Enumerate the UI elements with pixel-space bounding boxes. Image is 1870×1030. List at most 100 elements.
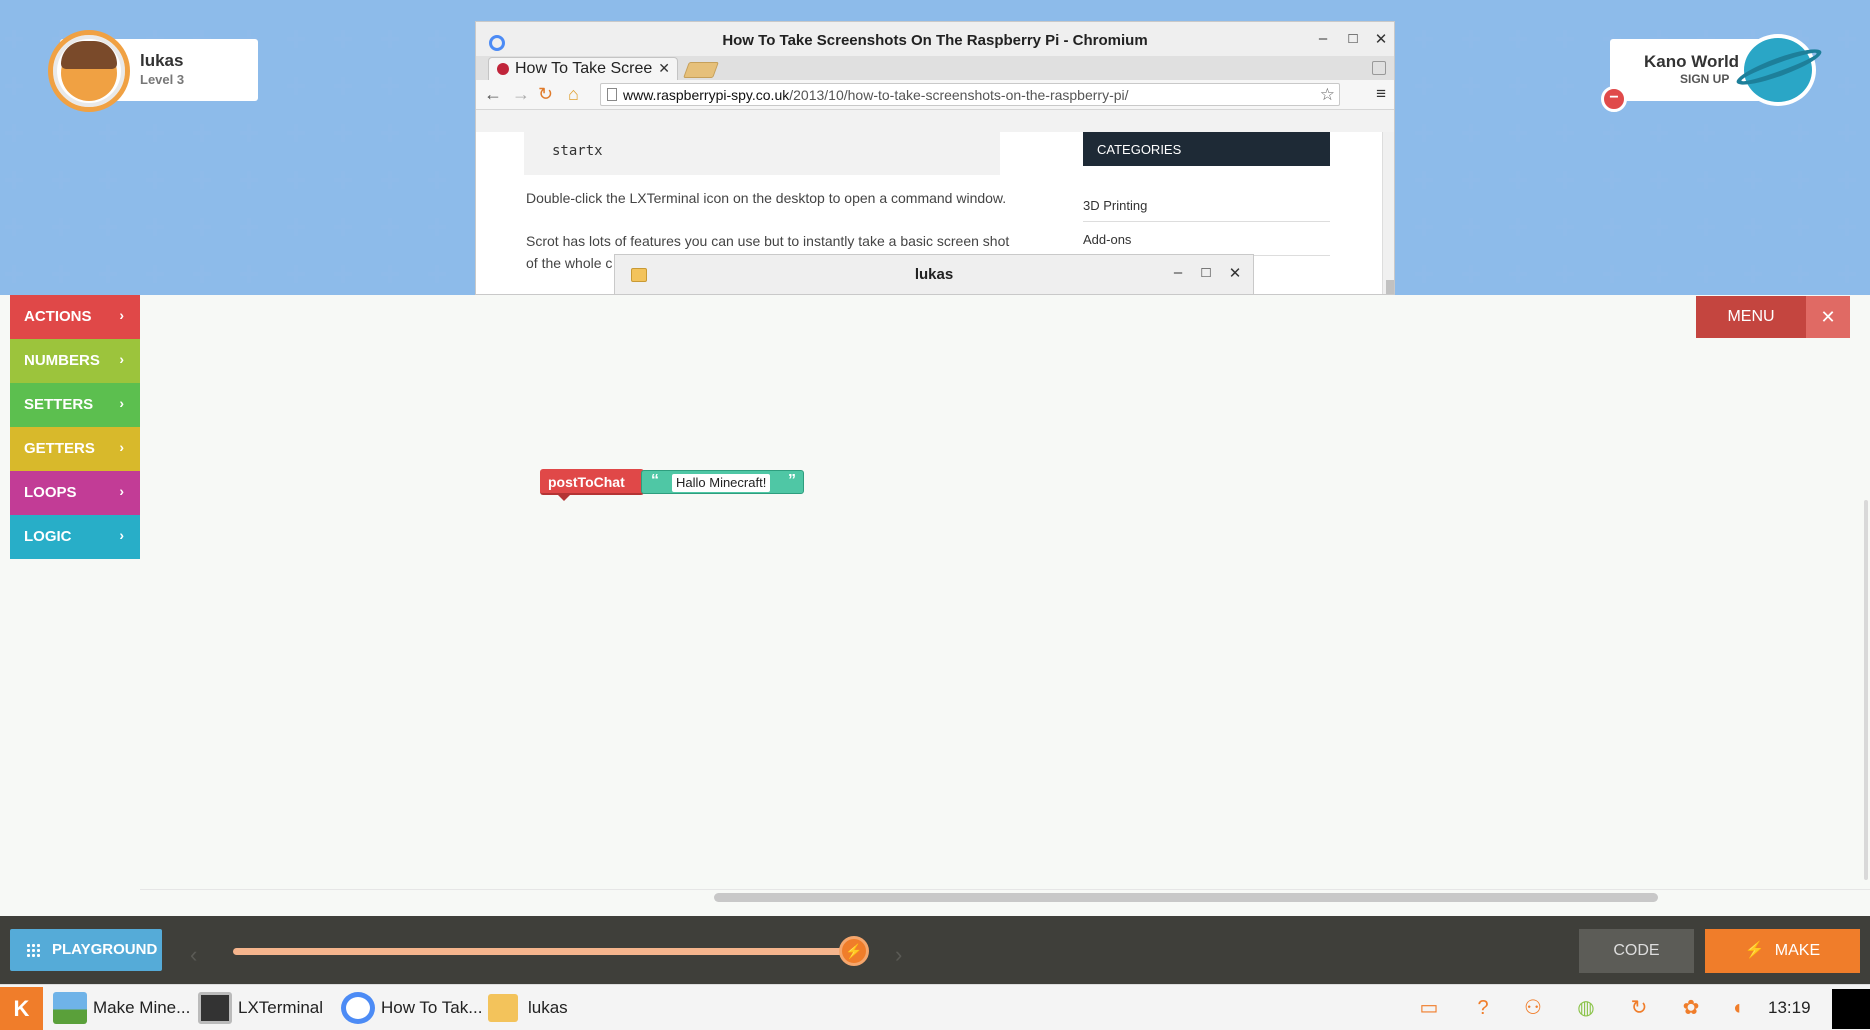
category-actions[interactable]: ACTIONS ›: [10, 295, 140, 339]
taskbar-item-label: Make Mine...: [93, 998, 191, 1017]
category-logic[interactable]: LOGIC ›: [10, 515, 140, 559]
settings-icon[interactable]: ✿: [1678, 995, 1704, 1021]
kano-world-signup[interactable]: SIGN UP: [1680, 72, 1729, 86]
category-label: NUMBERS: [24, 352, 100, 369]
category-loops[interactable]: LOOPS ›: [10, 471, 140, 515]
plus-decoration: [381, 77, 399, 95]
profile-lock-icon[interactable]: [1372, 61, 1386, 75]
challenge-progress-slider[interactable]: [233, 948, 853, 955]
plus-decoration: [146, 265, 164, 283]
plus-decoration: [240, 265, 258, 283]
plus-decoration: [1462, 218, 1480, 236]
reload-icon[interactable]: ↻: [538, 84, 553, 105]
block-category-palette: ACTIONS › NUMBERS › SETTERS › GETTERS › LOOPS › LO…: [10, 295, 140, 559]
plus-decoration: [1415, 124, 1433, 142]
update-icon[interactable]: ↻: [1626, 995, 1652, 1021]
make-button[interactable]: ⚡ MAKE: [1705, 929, 1860, 973]
display-icon[interactable]: ▭: [1416, 995, 1442, 1021]
string-block[interactable]: “ Hallo Minecraft! ”: [641, 470, 804, 494]
plus-decoration: [99, 218, 117, 236]
taskbar-item-lxterminal[interactable]: LXTerminal: [198, 985, 328, 1030]
chevron-right-icon[interactable]: ›: [895, 942, 902, 968]
plus-decoration: [1462, 171, 1480, 189]
category-label: GETTERS: [24, 440, 95, 457]
new-tab-button[interactable]: [683, 62, 719, 78]
string-value-field[interactable]: Hallo Minecraft!: [672, 474, 771, 492]
chevron-right-icon: ›: [119, 527, 124, 543]
plus-decoration: [99, 265, 117, 283]
tab-close-icon[interactable]: ✕: [658, 60, 670, 77]
chromium-titlebar[interactable]: How To Take Screenshots On The Raspberry…: [476, 22, 1394, 56]
avatar[interactable]: [48, 30, 130, 112]
category-getters[interactable]: GETTERS ›: [10, 427, 140, 471]
plus-decoration: [1650, 124, 1668, 142]
minimize-icon[interactable]: –: [1314, 30, 1332, 47]
post-to-chat-block[interactable]: postToChat: [540, 469, 644, 501]
paragraph: Scrot has lots of features you can use b…: [526, 233, 1010, 249]
close-icon[interactable]: ✕: [1372, 30, 1390, 48]
home-icon[interactable]: ⌂: [568, 84, 579, 105]
plus-decoration: [5, 30, 23, 48]
block-function-label: postToChat: [548, 474, 625, 490]
close-icon[interactable]: ✕: [1226, 264, 1244, 282]
plus-decoration: [1744, 171, 1762, 189]
volume-icon[interactable]: ◖: [1724, 995, 1750, 1021]
category-link[interactable]: 3D Printing: [1083, 198, 1330, 222]
category-label: SETTERS: [24, 396, 94, 413]
plus-decoration: [5, 124, 23, 142]
chevron-right-icon: ›: [119, 307, 124, 323]
file-manager-window[interactable]: lukas – □ ✕: [614, 254, 1254, 295]
workspace-horizontal-scrollbar[interactable]: [714, 893, 1658, 902]
paragraph: Double-click the LXTerminal icon on the …: [526, 190, 1007, 206]
workspace-divider: [140, 889, 1870, 890]
code-text: startx: [552, 143, 603, 159]
code-button[interactable]: CODE: [1579, 929, 1694, 973]
terminal-icon: [198, 992, 232, 1024]
close-icon[interactable]: ✕: [1806, 296, 1850, 338]
workspace-vertical-scrollbar[interactable]: [1864, 500, 1868, 880]
make-label: MAKE: [1774, 942, 1821, 959]
category-numbers[interactable]: NUMBERS ›: [10, 339, 140, 383]
address-bar[interactable]: www.raspberrypi-spy.co.uk/2013/10/how-to…: [600, 83, 1340, 106]
help-icon[interactable]: ?: [1470, 995, 1496, 1021]
plus-decoration: [1838, 171, 1856, 189]
users-icon[interactable]: ⚇: [1520, 995, 1546, 1021]
chevron-left-icon[interactable]: ‹: [190, 942, 197, 968]
raspberry-favicon-icon: [497, 63, 509, 75]
menu-button[interactable]: MENU: [1696, 296, 1806, 338]
taskbar-item-label: LXTerminal: [238, 998, 324, 1017]
plus-decoration: [1415, 171, 1433, 189]
browser-tab-label: How To Take Scree: [515, 60, 653, 77]
plus-decoration: [1509, 171, 1527, 189]
bookmark-star-icon[interactable]: ☆: [1320, 85, 1335, 105]
category-link[interactable]: Add-ons: [1083, 232, 1330, 256]
slider-handle-lightning-icon[interactable]: ⚡: [839, 936, 869, 966]
plus-decoration: [1462, 30, 1480, 48]
playground-button[interactable]: PLAYGROUND: [10, 929, 162, 971]
plus-decoration: [1697, 265, 1715, 283]
maximize-icon[interactable]: □: [1344, 30, 1362, 47]
taskbar-item-minecraft[interactable]: Make Mine...: [53, 985, 193, 1030]
hamburger-menu-icon[interactable]: ≡: [1376, 84, 1386, 104]
kano-start-button[interactable]: K: [0, 987, 43, 1030]
forward-arrow-icon[interactable]: →: [512, 84, 530, 105]
back-arrow-icon[interactable]: ←: [484, 84, 502, 105]
plus-decoration: [428, 30, 446, 48]
profile-level: Level 3: [140, 72, 185, 87]
taskbar-item-chromium[interactable]: How To Tak...: [341, 985, 482, 1030]
scrollbar-thumb[interactable]: [1386, 280, 1394, 294]
taskbar-item-lukas[interactable]: lukas: [488, 985, 588, 1030]
plus-decoration: [1509, 265, 1527, 283]
plus-decoration: [334, 265, 352, 283]
minimize-kano-world-button[interactable]: −: [1601, 86, 1627, 112]
plus-decoration: [1744, 265, 1762, 283]
plus-decoration: [381, 218, 399, 236]
minimize-icon[interactable]: –: [1169, 264, 1187, 281]
world-icon[interactable]: ◍: [1573, 995, 1599, 1021]
category-setters[interactable]: SETTERS ›: [10, 383, 140, 427]
webpage-scrollbar[interactable]: [1382, 132, 1394, 294]
browser-tab[interactable]: How To Take Scree ✕: [488, 57, 678, 80]
plus-decoration: [334, 124, 352, 142]
plus-decoration: [334, 30, 352, 48]
maximize-icon[interactable]: □: [1197, 264, 1215, 281]
